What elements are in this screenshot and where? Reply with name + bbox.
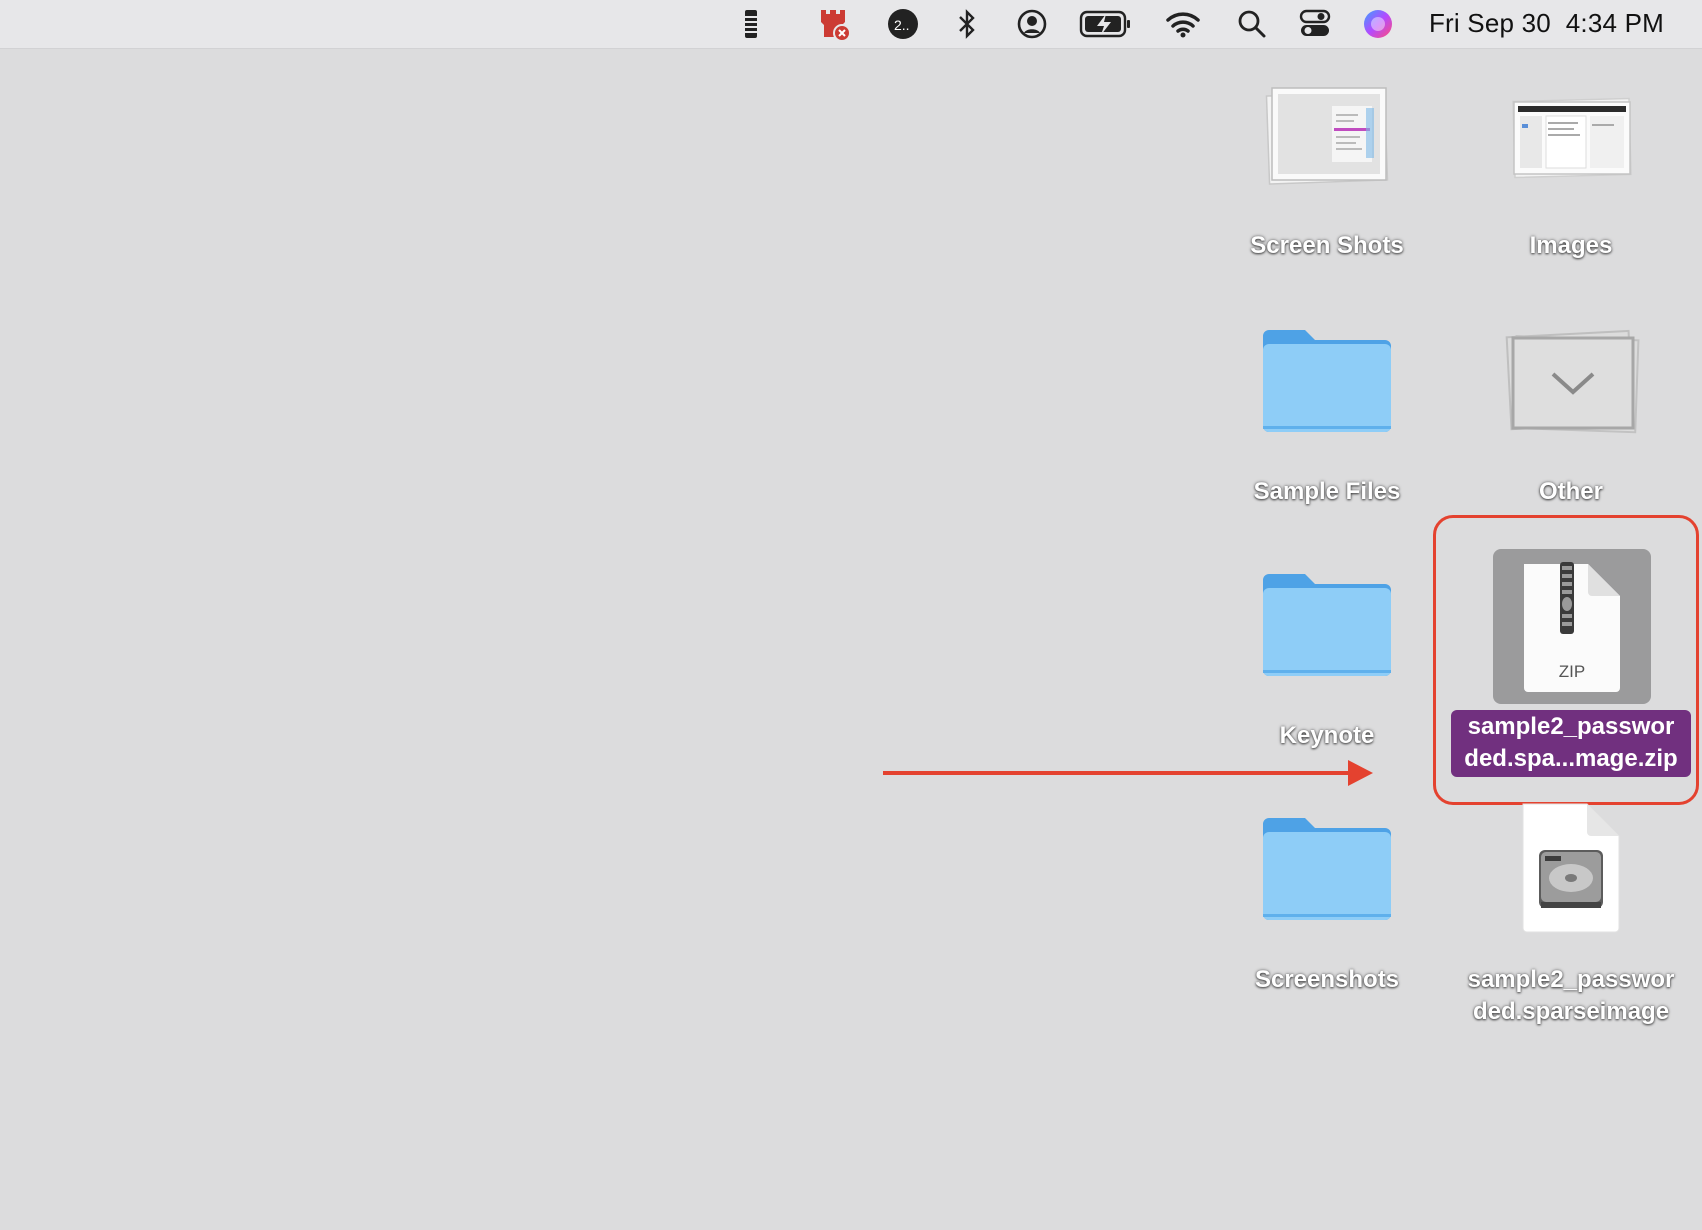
- control-center-icon[interactable]: [1297, 6, 1333, 42]
- selected-file-label-line1: sample2_passwor: [1467, 713, 1675, 740]
- battery-charging-icon[interactable]: [1078, 6, 1132, 42]
- desktop-item-label: sample2_passwor ded.sparseimage: [1451, 964, 1691, 1028]
- spotlight-search-icon[interactable]: [1234, 6, 1270, 42]
- selected-file-label-line2: ded.spa...mage.zip: [1464, 745, 1678, 772]
- folder-icon: [1257, 570, 1397, 682]
- other-stack-icon: [1501, 326, 1641, 438]
- screenshot-stack-icon: [1262, 84, 1392, 194]
- desktop-item-label: Keynote: [1279, 722, 1375, 749]
- wifi-icon[interactable]: [1165, 6, 1201, 42]
- folder-icon: [1257, 326, 1397, 438]
- menu-bar-clock[interactable]: Fri Sep 30 4:34 PM: [1429, 8, 1664, 39]
- annotation-arrow-head: [1348, 760, 1373, 786]
- disk-status-icon[interactable]: 2..: [885, 6, 921, 42]
- selected-file-label[interactable]: sample2_passwor ded.spa...mage.zip: [1451, 710, 1691, 777]
- tower-blocked-icon[interactable]: [815, 6, 851, 42]
- desktop-item-label-line1: sample2_passwor: [1467, 966, 1675, 993]
- bluetooth-icon[interactable]: [949, 6, 985, 42]
- flashlight-icon[interactable]: [733, 6, 769, 42]
- desktop-item-images[interactable]: Images: [1451, 84, 1691, 314]
- desktop-item-label: Other: [1538, 478, 1603, 505]
- svg-text:2..: 2..: [894, 17, 910, 33]
- zip-badge: ZIP: [1558, 662, 1586, 681]
- desktop-item-keynote[interactable]: Keynote: [1207, 574, 1447, 804]
- desktop-item-label: Screen Shots: [1250, 232, 1404, 259]
- desktop-item-screen-shots[interactable]: Screen Shots: [1207, 84, 1447, 314]
- desktop-item-screenshots[interactable]: Screenshots: [1207, 818, 1447, 1048]
- desktop-item-label: Images: [1529, 232, 1613, 259]
- desktop-item-sample-files[interactable]: Sample Files: [1207, 330, 1447, 560]
- folder-icon: [1257, 814, 1397, 926]
- desktop-item-label: Sample Files: [1253, 478, 1401, 505]
- desktop-item-sparseimage[interactable]: sample2_passwor ded.sparseimage: [1451, 800, 1691, 1030]
- siri-icon[interactable]: [1360, 6, 1396, 42]
- annotation-arrow: [883, 771, 1353, 775]
- desktop-item-label-line2: ded.sparseimage: [1472, 998, 1670, 1025]
- menu-bar: 2.. Fri Sep 30 4:34 PM: [0, 0, 1702, 49]
- image-stack-icon: [1506, 84, 1636, 194]
- disk-image-icon: [1519, 800, 1623, 936]
- user-account-icon[interactable]: [1014, 6, 1050, 42]
- desktop-item-label: Screenshots: [1254, 966, 1400, 993]
- zip-archive-icon[interactable]: ZIP: [1518, 560, 1626, 696]
